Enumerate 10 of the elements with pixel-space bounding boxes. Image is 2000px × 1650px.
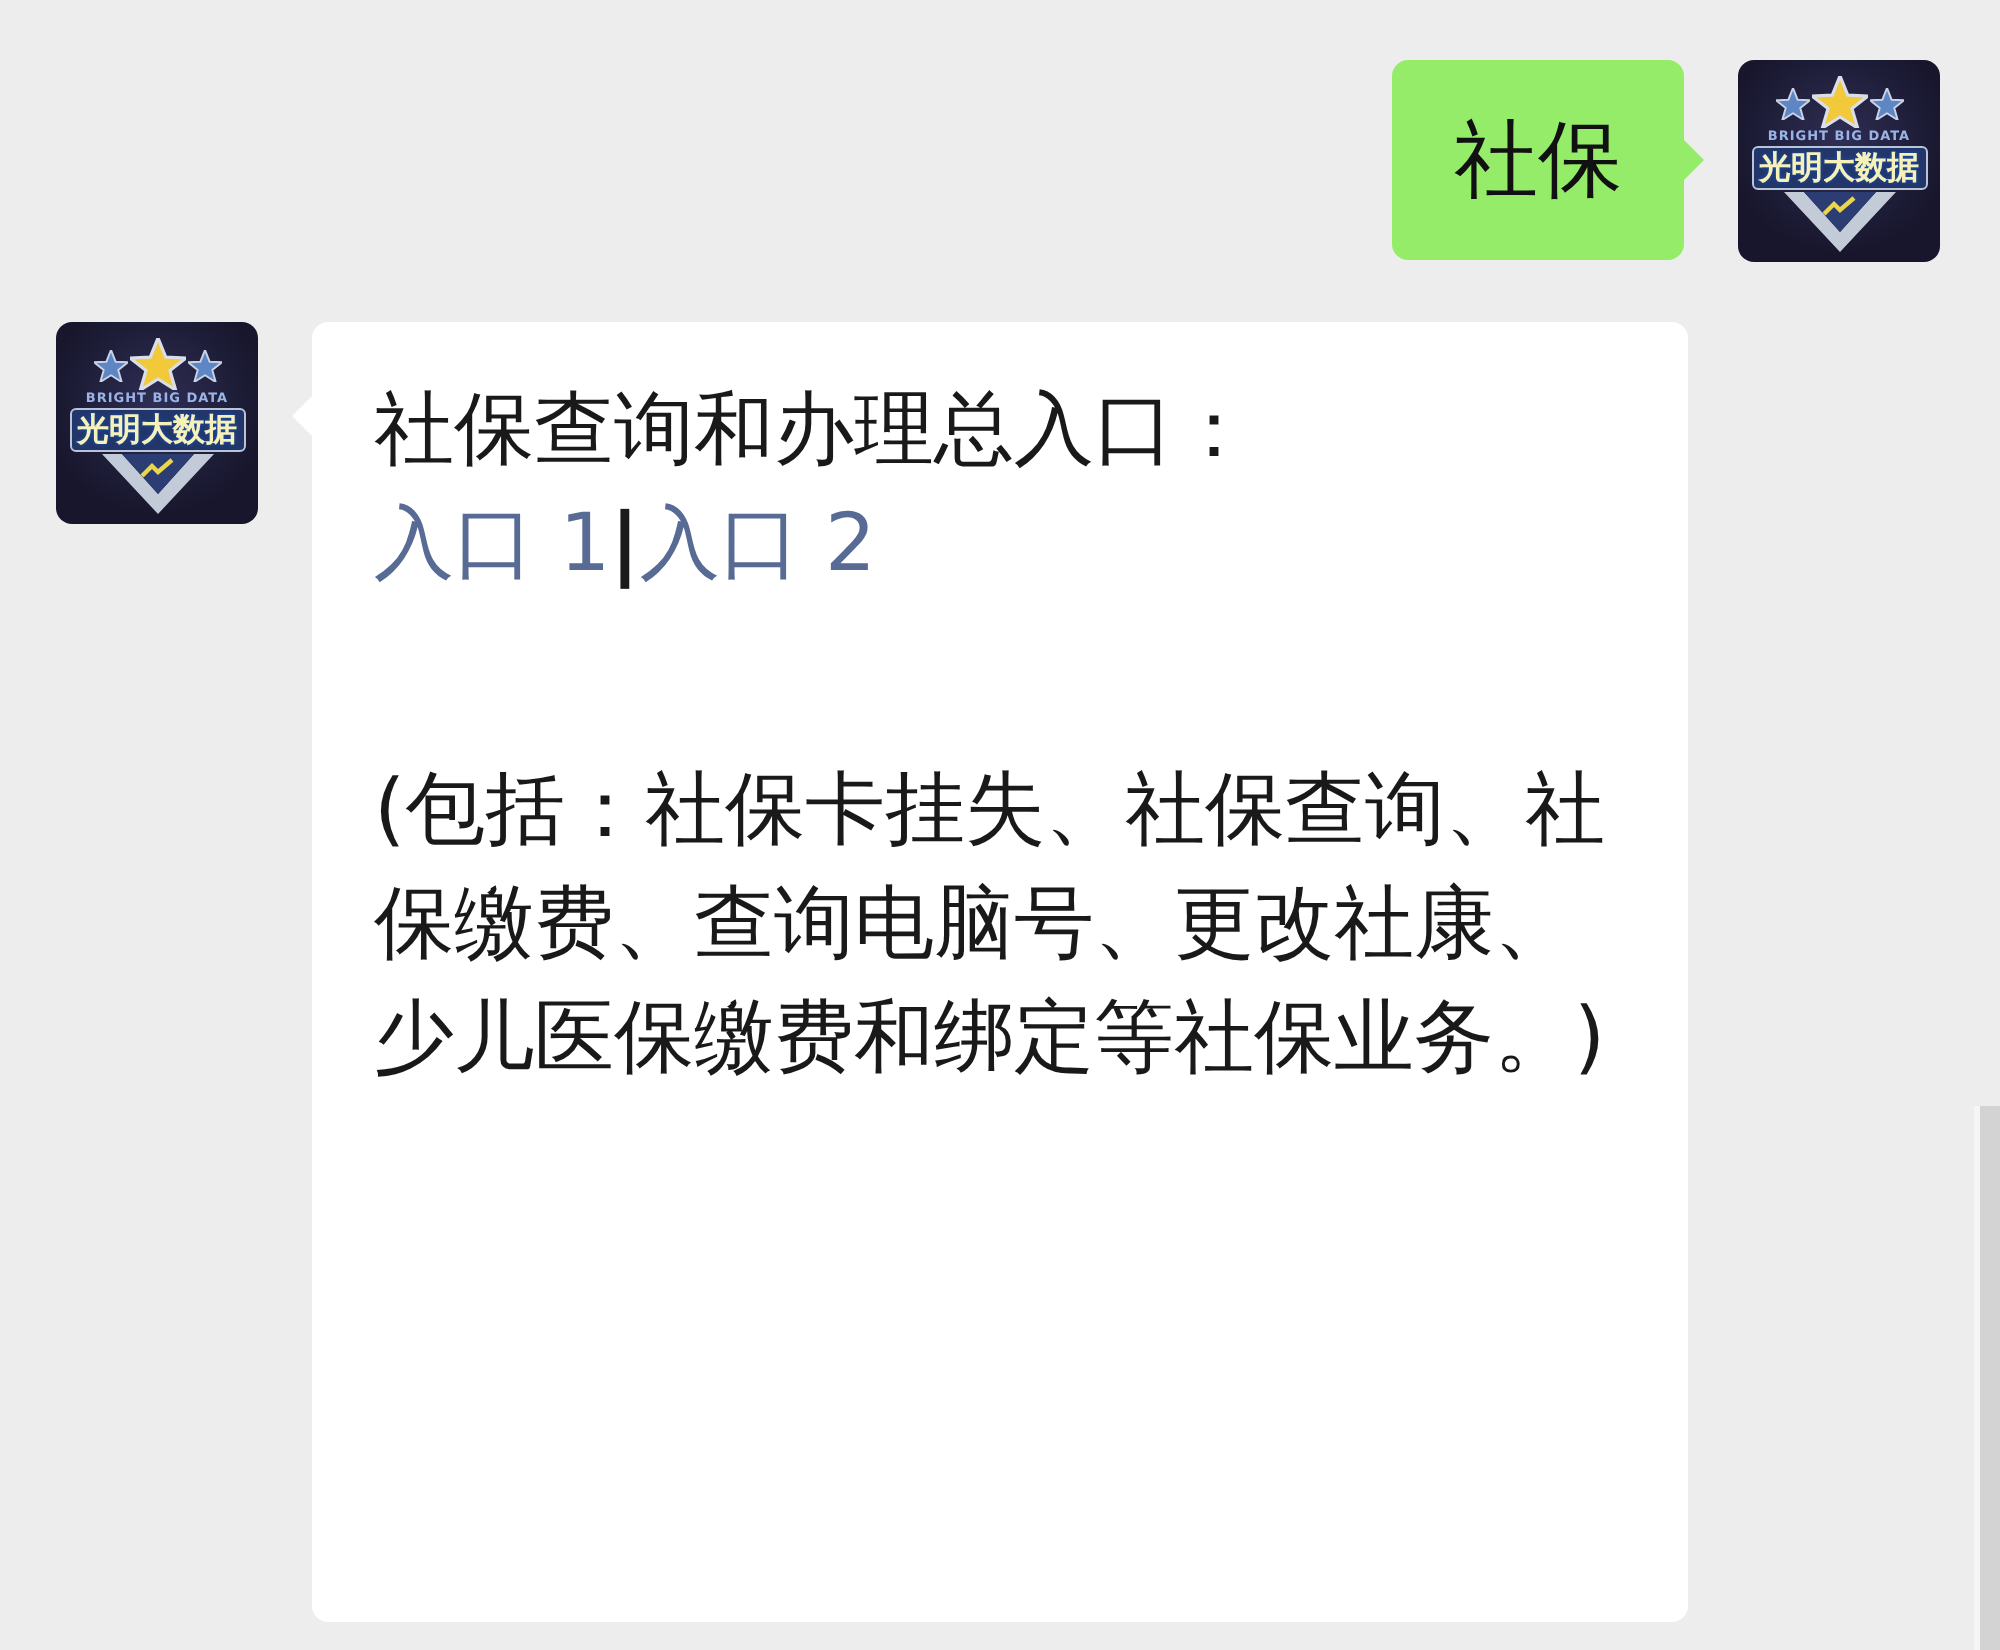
chevron-icon: [1783, 192, 1895, 252]
message-heading: 社保查询和办理总入口：: [374, 382, 1256, 480]
entry-link[interactable]: 入口 2: [639, 498, 876, 590]
separator: |: [610, 498, 640, 590]
scrollbar-thumb[interactable]: [1974, 1106, 2000, 1650]
chevron-icon: [101, 454, 213, 514]
logo-title: 光明大数据: [1751, 146, 1927, 190]
message-note: (包括：社保卡挂失、社保查询、社保缴费、查询电脑号、更改社康、少儿医保缴费和绑定等社保业务。): [374, 762, 1608, 1088]
logo-title: 光明大数据: [69, 408, 245, 452]
entry-link[interactable]: 入口 1: [374, 498, 611, 590]
